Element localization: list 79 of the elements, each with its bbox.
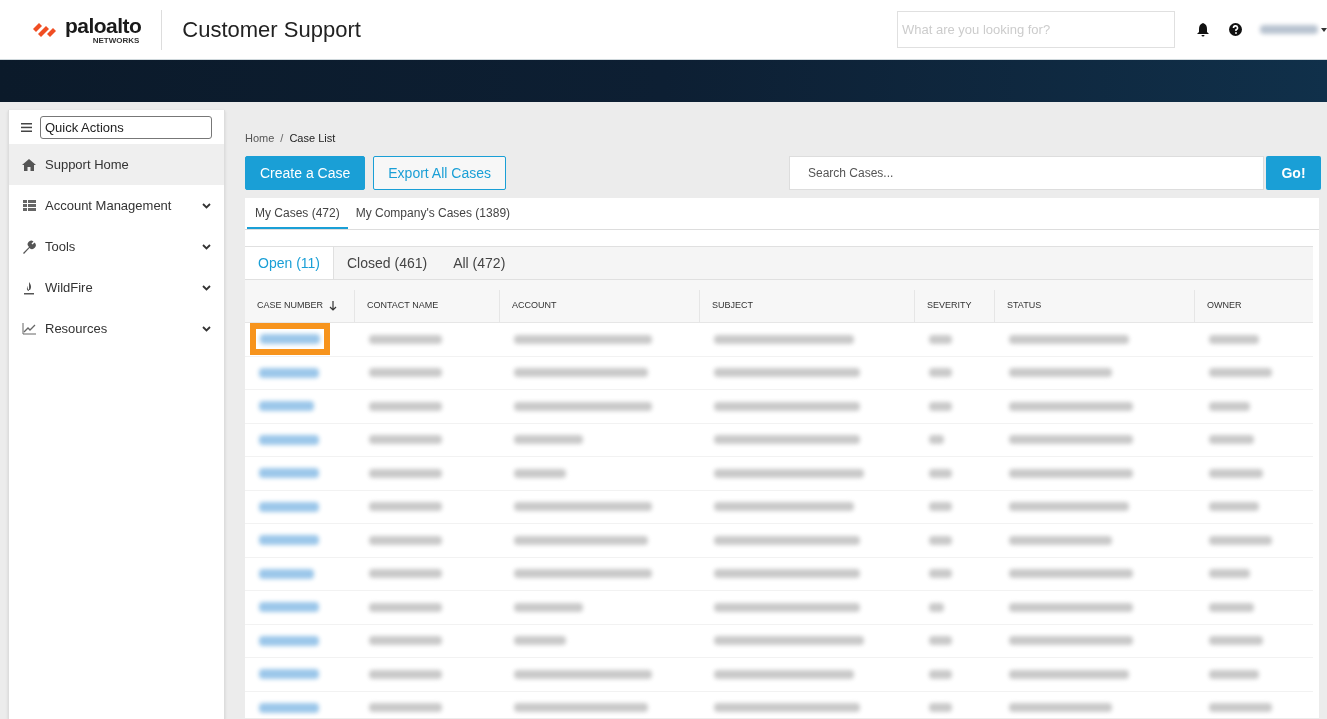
breadcrumb-link[interactable]: Home — [245, 129, 275, 147]
blurred-cell-text — [1209, 569, 1250, 579]
sort-down-arrow-icon — [329, 301, 337, 311]
breadcrumb-link[interactable]: Case List — [289, 129, 336, 147]
blurred-cell-text — [514, 468, 566, 478]
blurred-cell-text — [1209, 401, 1250, 411]
blurred-cell-text — [1209, 334, 1259, 344]
home-icon — [22, 158, 36, 171]
blurred-cell-text — [514, 636, 566, 646]
case-number-link[interactable] — [259, 535, 319, 546]
case-number-link[interactable] — [259, 367, 319, 378]
sidebar-item[interactable]: Support Home — [9, 144, 224, 185]
blurred-cell-text — [1209, 368, 1272, 378]
flame-icon — [23, 280, 35, 295]
blurred-cell-text — [514, 602, 583, 612]
case-number-link[interactable] — [259, 669, 319, 680]
blurred-cell-text — [1209, 636, 1263, 646]
blurred-cell-text — [929, 334, 952, 344]
sidebar-item[interactable]: Resources — [9, 308, 224, 349]
line-chart-icon — [22, 322, 36, 335]
chevron-down-icon — [202, 202, 211, 209]
chevron-down-icon — [202, 284, 211, 291]
column-header[interactable]: SEVERITY — [915, 290, 995, 322]
chevron-down-icon — [202, 243, 211, 250]
blurred-cell-text — [929, 502, 952, 512]
menu-icon[interactable] — [21, 122, 32, 132]
blurred-cell-text — [929, 468, 952, 478]
case-number-link[interactable] — [259, 401, 314, 412]
blurred-cell-text — [1209, 703, 1272, 713]
page-title: Customer Support — [182, 16, 361, 44]
column-header[interactable]: OWNER — [1195, 290, 1313, 322]
case-number-link[interactable] — [259, 501, 319, 512]
list-icon — [22, 200, 36, 211]
blurred-cell-text — [514, 435, 583, 445]
blurred-cell-text — [929, 435, 944, 445]
column-header[interactable]: ACCOUNT — [500, 290, 700, 322]
case-number-link[interactable] — [260, 334, 320, 345]
blurred-cell-text — [929, 602, 944, 612]
bell-icon[interactable] — [1197, 22, 1209, 37]
scope-tab[interactable]: My Company's Cases (1389) — [347, 198, 519, 229]
blurred-cell-text — [1209, 502, 1259, 512]
wrench-icon — [22, 239, 36, 254]
sidebar-item[interactable]: Account Management — [9, 185, 224, 226]
user-menu[interactable] — [1260, 25, 1327, 34]
sidebar-item[interactable]: Tools — [9, 226, 224, 267]
case-number-link[interactable] — [259, 468, 319, 479]
blurred-cell-text — [1209, 669, 1259, 679]
chevron-down-icon — [202, 325, 211, 332]
case-number-link[interactable] — [259, 602, 319, 613]
status-tab[interactable]: Closed (461) — [334, 247, 441, 279]
quick-actions-field[interactable]: Quick Actions — [40, 115, 212, 139]
blurred-cell-text — [929, 401, 952, 411]
breadcrumb-separator: / — [280, 130, 284, 146]
blurred-cell-text — [929, 669, 952, 679]
blurred-cell-text — [929, 636, 952, 646]
column-header[interactable]: CONTACT NAME — [355, 290, 500, 322]
blurred-cell-text — [929, 569, 952, 579]
blurred-cell-text — [929, 535, 952, 545]
column-header[interactable]: CASE NUMBER — [245, 290, 355, 322]
scope-tab[interactable]: My Cases (472) — [247, 198, 348, 229]
column-header[interactable]: SUBJECT — [700, 290, 915, 322]
column-header[interactable]: STATUS — [995, 290, 1195, 322]
case-number-link[interactable] — [259, 568, 314, 579]
status-tab[interactable]: All (472) — [440, 247, 519, 279]
blurred-cell-text — [929, 368, 952, 378]
logo-wordmark: paloalto — [65, 14, 142, 36]
case-search-field[interactable]: Search Cases... — [789, 156, 1264, 190]
case-number-link[interactable] — [259, 702, 319, 713]
caret-icon — [1321, 27, 1327, 32]
case-number-link[interactable] — [259, 434, 319, 445]
blurred-cell-text — [1209, 602, 1254, 612]
blurred-cell-text — [1209, 535, 1272, 545]
blurred-cell-text — [1209, 468, 1263, 478]
case-number-link[interactable] — [259, 635, 319, 646]
sidebar-item[interactable]: WildFire — [9, 267, 224, 308]
logo-tagline: NETWORKS — [92, 36, 140, 45]
help-icon[interactable] — [1229, 23, 1242, 36]
blurred-cell-text — [929, 703, 952, 713]
blurred-cell-text — [1209, 435, 1254, 445]
